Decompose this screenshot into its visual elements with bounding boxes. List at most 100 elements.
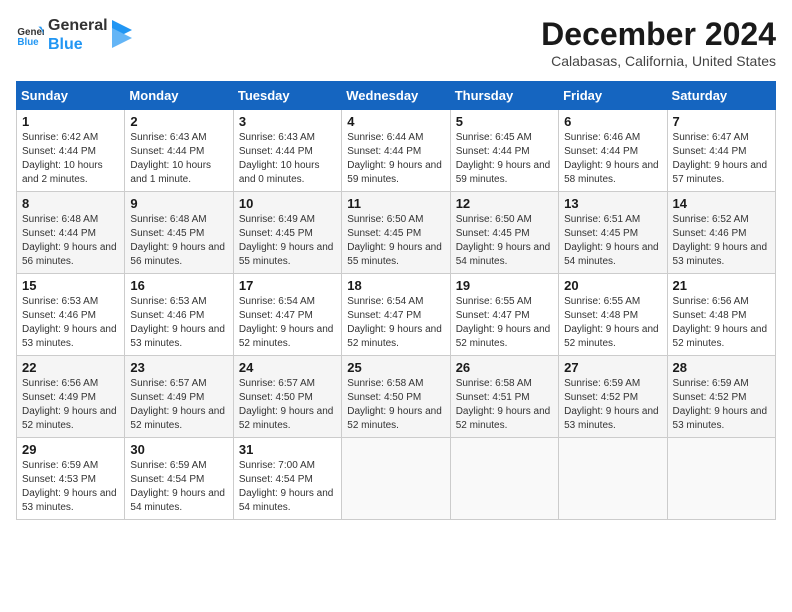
day-number: 31 [239,442,336,457]
logo-arrow-icon [112,20,132,50]
day-info: Sunrise: 6:56 AMSunset: 4:48 PMDaylight:… [673,295,770,351]
calendar-cell: 2 Sunrise: 6:43 AMSunset: 4:44 PMDaylight… [125,110,233,192]
calendar-cell: 25Sunrise: 6:58 AMSunset: 4:50 PMDayligh… [342,356,450,438]
day-info: Sunrise: 6:42 AMSunset: 4:44 PMDaylight:… [22,131,119,187]
day-number: 2 [130,114,227,129]
day-number: 28 [673,360,770,375]
day-info: Sunrise: 6:56 AMSunset: 4:49 PMDaylight:… [22,377,119,433]
calendar-cell: 26 Sunrise: 6:58 AMSunset: 4:51 PMDayligh… [450,356,558,438]
weekday-header-thursday: Thursday [450,82,558,110]
calendar-week-2: 8 Sunrise: 6:48 AMSunset: 4:44 PMDaylight… [17,192,776,274]
day-number: 21 [673,278,770,293]
calendar-cell [342,438,450,520]
day-info: Sunrise: 6:49 AMSunset: 4:45 PMDaylight:… [239,213,336,269]
calendar-cell: 15 Sunrise: 6:53 AMSunset: 4:46 PMDayligh… [17,274,125,356]
calendar-body: 1Sunrise: 6:42 AMSunset: 4:44 PMDaylight… [17,110,776,520]
day-number: 15 [22,278,119,293]
day-number: 19 [456,278,553,293]
day-info: Sunrise: 6:45 AMSunset: 4:44 PMDaylight:… [456,131,553,187]
svg-text:Blue: Blue [17,37,39,48]
day-info: Sunrise: 6:51 AMSunset: 4:45 PMDaylight:… [564,213,661,269]
day-info: Sunrise: 6:59 AMSunset: 4:54 PMDaylight:… [130,459,227,515]
calendar-cell: 20Sunrise: 6:55 AMSunset: 4:48 PMDayligh… [559,274,667,356]
calendar-cell [667,438,775,520]
calendar-cell: 3Sunrise: 6:43 AMSunset: 4:44 PMDaylight… [233,110,341,192]
calendar-week-1: 1Sunrise: 6:42 AMSunset: 4:44 PMDaylight… [17,110,776,192]
day-number: 11 [347,196,444,211]
day-number: 7 [673,114,770,129]
weekday-header-wednesday: Wednesday [342,82,450,110]
calendar-cell: 5 Sunrise: 6:45 AMSunset: 4:44 PMDaylight… [450,110,558,192]
day-info: Sunrise: 6:54 AMSunset: 4:47 PMDaylight:… [347,295,444,351]
calendar-cell: 22 Sunrise: 6:56 AMSunset: 4:49 PMDayligh… [17,356,125,438]
day-info: Sunrise: 6:50 AMSunset: 4:45 PMDaylight:… [347,213,444,269]
calendar-week-4: 22 Sunrise: 6:56 AMSunset: 4:49 PMDayligh… [17,356,776,438]
day-info: Sunrise: 6:46 AMSunset: 4:44 PMDaylight:… [564,131,661,187]
day-number: 10 [239,196,336,211]
logo-general: General [48,16,108,35]
weekday-header-tuesday: Tuesday [233,82,341,110]
day-number: 24 [239,360,336,375]
day-info: Sunrise: 6:54 AMSunset: 4:47 PMDaylight:… [239,295,336,351]
weekday-header-saturday: Saturday [667,82,775,110]
calendar-cell: 11 Sunrise: 6:50 AMSunset: 4:45 PMDayligh… [342,192,450,274]
calendar-cell: 17 Sunrise: 6:54 AMSunset: 4:47 PMDayligh… [233,274,341,356]
page-header: General Blue General Blue December 2024 … [16,16,776,69]
day-number: 26 [456,360,553,375]
day-number: 4 [347,114,444,129]
weekday-header-sunday: Sunday [17,82,125,110]
day-number: 5 [456,114,553,129]
day-info: Sunrise: 6:57 AMSunset: 4:49 PMDaylight:… [130,377,227,433]
day-number: 23 [130,360,227,375]
calendar-cell: 21 Sunrise: 6:56 AMSunset: 4:48 PMDayligh… [667,274,775,356]
day-number: 9 [130,196,227,211]
calendar-week-3: 15 Sunrise: 6:53 AMSunset: 4:46 PMDayligh… [17,274,776,356]
month-title: December 2024 [541,16,776,53]
calendar-cell: 12Sunrise: 6:50 AMSunset: 4:45 PMDayligh… [450,192,558,274]
calendar-cell: 6 Sunrise: 6:46 AMSunset: 4:44 PMDaylight… [559,110,667,192]
day-info: Sunrise: 6:53 AMSunset: 4:46 PMDaylight:… [22,295,119,351]
calendar-table: SundayMondayTuesdayWednesdayThursdayFrid… [16,81,776,520]
title-block: December 2024 Calabasas, California, Uni… [541,16,776,69]
calendar-cell: 1Sunrise: 6:42 AMSunset: 4:44 PMDaylight… [17,110,125,192]
day-info: Sunrise: 6:53 AMSunset: 4:46 PMDaylight:… [130,295,227,351]
calendar-cell: 31 Sunrise: 7:00 AMSunset: 4:54 PMDayligh… [233,438,341,520]
calendar-cell: 28Sunrise: 6:59 AMSunset: 4:52 PMDayligh… [667,356,775,438]
calendar-cell: 30Sunrise: 6:59 AMSunset: 4:54 PMDayligh… [125,438,233,520]
day-info: Sunrise: 6:55 AMSunset: 4:48 PMDaylight:… [564,295,661,351]
day-info: Sunrise: 6:55 AMSunset: 4:47 PMDaylight:… [456,295,553,351]
day-info: Sunrise: 6:52 AMSunset: 4:46 PMDaylight:… [673,213,770,269]
day-number: 18 [347,278,444,293]
day-number: 14 [673,196,770,211]
day-number: 13 [564,196,661,211]
day-number: 17 [239,278,336,293]
day-info: Sunrise: 6:43 AMSunset: 4:44 PMDaylight:… [130,131,227,187]
calendar-cell: 23 Sunrise: 6:57 AMSunset: 4:49 PMDayligh… [125,356,233,438]
day-info: Sunrise: 6:58 AMSunset: 4:51 PMDaylight:… [456,377,553,433]
day-info: Sunrise: 6:47 AMSunset: 4:44 PMDaylight:… [673,131,770,187]
day-number: 8 [22,196,119,211]
day-info: Sunrise: 6:48 AMSunset: 4:45 PMDaylight:… [130,213,227,269]
day-info: Sunrise: 6:59 AMSunset: 4:53 PMDaylight:… [22,459,119,515]
calendar-cell: 19 Sunrise: 6:55 AMSunset: 4:47 PMDayligh… [450,274,558,356]
calendar-cell: 10 Sunrise: 6:49 AMSunset: 4:45 PMDayligh… [233,192,341,274]
day-info: Sunrise: 6:44 AMSunset: 4:44 PMDaylight:… [347,131,444,187]
weekday-header-monday: Monday [125,82,233,110]
location: Calabasas, California, United States [541,53,776,69]
day-number: 12 [456,196,553,211]
day-info: Sunrise: 7:00 AMSunset: 4:54 PMDaylight:… [239,459,336,515]
calendar-cell: 18 Sunrise: 6:54 AMSunset: 4:47 PMDayligh… [342,274,450,356]
day-number: 22 [22,360,119,375]
day-number: 29 [22,442,119,457]
day-number: 6 [564,114,661,129]
day-info: Sunrise: 6:58 AMSunset: 4:50 PMDaylight:… [347,377,444,433]
calendar-cell: 13 Sunrise: 6:51 AMSunset: 4:45 PMDayligh… [559,192,667,274]
calendar-cell: 16Sunrise: 6:53 AMSunset: 4:46 PMDayligh… [125,274,233,356]
day-info: Sunrise: 6:48 AMSunset: 4:44 PMDaylight:… [22,213,119,269]
calendar-cell: 8 Sunrise: 6:48 AMSunset: 4:44 PMDaylight… [17,192,125,274]
calendar-cell: 7 Sunrise: 6:47 AMSunset: 4:44 PMDaylight… [667,110,775,192]
day-number: 3 [239,114,336,129]
day-number: 27 [564,360,661,375]
calendar-cell: 27Sunrise: 6:59 AMSunset: 4:52 PMDayligh… [559,356,667,438]
day-info: Sunrise: 6:57 AMSunset: 4:50 PMDaylight:… [239,377,336,433]
